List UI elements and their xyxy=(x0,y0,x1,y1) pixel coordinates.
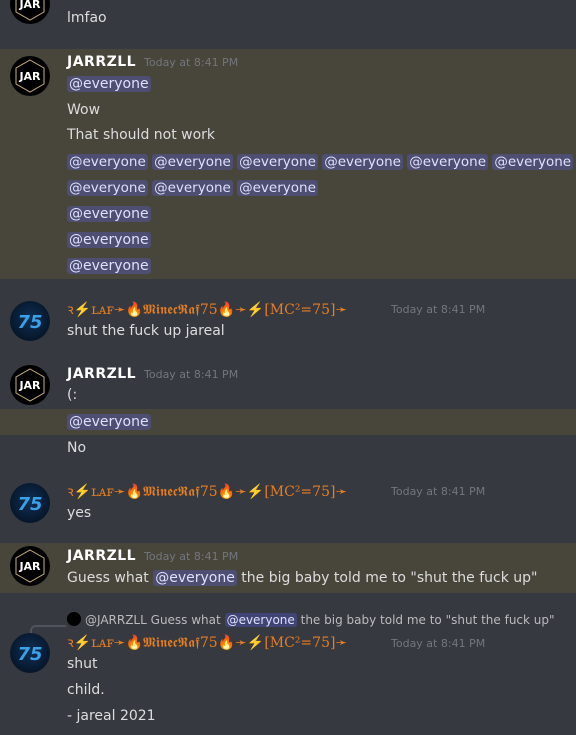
text-segment: Guess what xyxy=(67,570,149,586)
message-group-partial: JAR lmfao xyxy=(0,0,576,40)
message-group: 75 ꝛ⚡ʟᴀꜰ➛🔥𝕸𝖎𝖓𝖊𝖈𝕽𝖆𝖋75🔥➛⚡[MC²=75]➛ Today a… xyxy=(0,630,576,735)
mention[interactable]: @everyone xyxy=(492,154,574,170)
message-text: Guess what @everyone the big baby told m… xyxy=(67,568,538,588)
message-text: @everyone xyxy=(67,230,151,250)
mention[interactable]: @everyone xyxy=(67,206,151,222)
message-text: That should not work xyxy=(67,127,216,143)
message-line: Wow xyxy=(0,98,576,124)
mention[interactable]: @everyone xyxy=(153,570,237,586)
avatar[interactable]: 75 xyxy=(10,633,50,673)
message-line: @everyone xyxy=(0,409,576,435)
svg-text:75: 75 xyxy=(17,494,42,515)
timestamp: Today at 8:41 PM xyxy=(391,485,486,498)
message-text: No xyxy=(67,440,87,456)
svg-text:JAR: JAR xyxy=(18,0,41,11)
avatar[interactable]: 75 xyxy=(10,301,50,341)
mention[interactable]: @everyone xyxy=(237,180,318,196)
username[interactable]: ꝛ⚡ʟᴀꜰ➛🔥𝕸𝖎𝖓𝖊𝖈𝕽𝖆𝖋75🔥➛⚡[MC²=75]➛ xyxy=(67,633,347,653)
username[interactable]: JARRZLL xyxy=(67,52,136,72)
message-group: @everyone @everyone @everyone @everyone … xyxy=(0,149,576,279)
mention[interactable]: @everyone xyxy=(67,232,151,248)
message-text: lmfao xyxy=(67,10,107,26)
reply-text: the big baby told me to "shut the fuck u… xyxy=(300,613,555,627)
timestamp: Today at 8:41 PM xyxy=(391,637,486,650)
mention[interactable]: @everyone xyxy=(322,154,403,170)
message-group: 75 ꝛ⚡ʟᴀꜰ➛🔥𝕸𝖎𝖓𝖊𝖈𝕽𝖆𝖋75🔥➛⚡[MC²=75]➛ Today a… xyxy=(0,478,576,526)
avatar[interactable]: JAR xyxy=(10,56,50,96)
svg-text:75: 75 xyxy=(17,644,42,665)
avatar[interactable]: 75 xyxy=(10,483,50,523)
message-text: @everyone xyxy=(67,204,151,224)
message-text: @everyone xyxy=(67,74,151,94)
message-group: 75 ꝛ⚡ʟᴀꜰ➛🔥𝕸𝖎𝖓𝖊𝖈𝕽𝖆𝖋75🔥➛⚡[MC²=75]➛ Today a… xyxy=(0,296,576,344)
mention[interactable]: @everyone xyxy=(67,180,148,196)
mention[interactable]: @everyone xyxy=(152,180,233,196)
mention[interactable]: @everyone xyxy=(407,154,489,170)
message-group: JAR JARRZLL Today at 8:41 PM (: xyxy=(0,360,576,408)
mention[interactable]: @everyone xyxy=(67,258,151,274)
svg-text:JAR: JAR xyxy=(18,379,41,392)
timestamp: Today at 8:41 PM xyxy=(144,550,239,563)
mention[interactable]: @everyone xyxy=(67,76,151,92)
svg-text:JAR: JAR xyxy=(18,560,41,573)
message-text: @everyone @everyone @everyone xyxy=(67,178,318,198)
mention[interactable]: @everyone xyxy=(237,154,318,170)
svg-text:75: 75 xyxy=(17,312,42,333)
mention[interactable]: @everyone xyxy=(67,414,151,430)
message-text: (: xyxy=(67,387,78,403)
message-text: - jareal 2021 xyxy=(67,708,156,724)
avatar[interactable]: JAR xyxy=(10,365,50,405)
timestamp: Today at 8:41 PM xyxy=(144,368,239,381)
message-text: shut xyxy=(67,656,98,672)
reply-text: Guess what xyxy=(150,613,221,627)
username[interactable]: JARRZLL xyxy=(67,364,136,384)
text-segment: the big baby told me to "shut the fuck u… xyxy=(241,570,538,586)
mention[interactable]: @everyone xyxy=(224,613,297,627)
message-text: shut the fuck up jareal xyxy=(67,323,225,339)
message-text: @everyone xyxy=(67,256,151,276)
avatar xyxy=(67,612,81,626)
timestamp: Today at 8:41 PM xyxy=(391,303,486,316)
mention[interactable]: @everyone xyxy=(152,154,233,170)
avatar[interactable]: JAR xyxy=(10,0,50,24)
message-text: Wow xyxy=(67,102,101,118)
timestamp: Today at 8:41 PM xyxy=(144,56,239,69)
mention[interactable]: @everyone xyxy=(67,154,148,170)
username[interactable]: ꝛ⚡ʟᴀꜰ➛🔥𝕸𝖎𝖓𝖊𝖈𝕽𝖆𝖋75🔥➛⚡[MC²=75]➛ xyxy=(67,300,347,320)
message-text: child. xyxy=(67,682,105,698)
message-line: That should not work xyxy=(0,124,576,150)
message-line: No xyxy=(0,435,576,461)
message-text: @everyone @everyone @everyone @everyone … xyxy=(67,152,574,172)
message-text: @everyone xyxy=(67,412,151,432)
username[interactable]: JARRZLL xyxy=(67,546,136,566)
message-text: yes xyxy=(67,505,92,521)
reply-preview[interactable]: @JARRZLL Guess what @everyone the big ba… xyxy=(67,610,555,630)
username[interactable]: ꝛ⚡ʟᴀꜰ➛🔥𝕸𝖎𝖓𝖊𝖈𝕽𝖆𝖋75🔥➛⚡[MC²=75]➛ xyxy=(67,482,347,502)
message-group: JAR JARRZLL Today at 8:41 PM Guess what … xyxy=(0,543,576,593)
reply-username[interactable]: @JARRZLL xyxy=(85,613,147,627)
avatar[interactable]: JAR xyxy=(10,546,50,586)
svg-text:JAR: JAR xyxy=(18,70,41,83)
